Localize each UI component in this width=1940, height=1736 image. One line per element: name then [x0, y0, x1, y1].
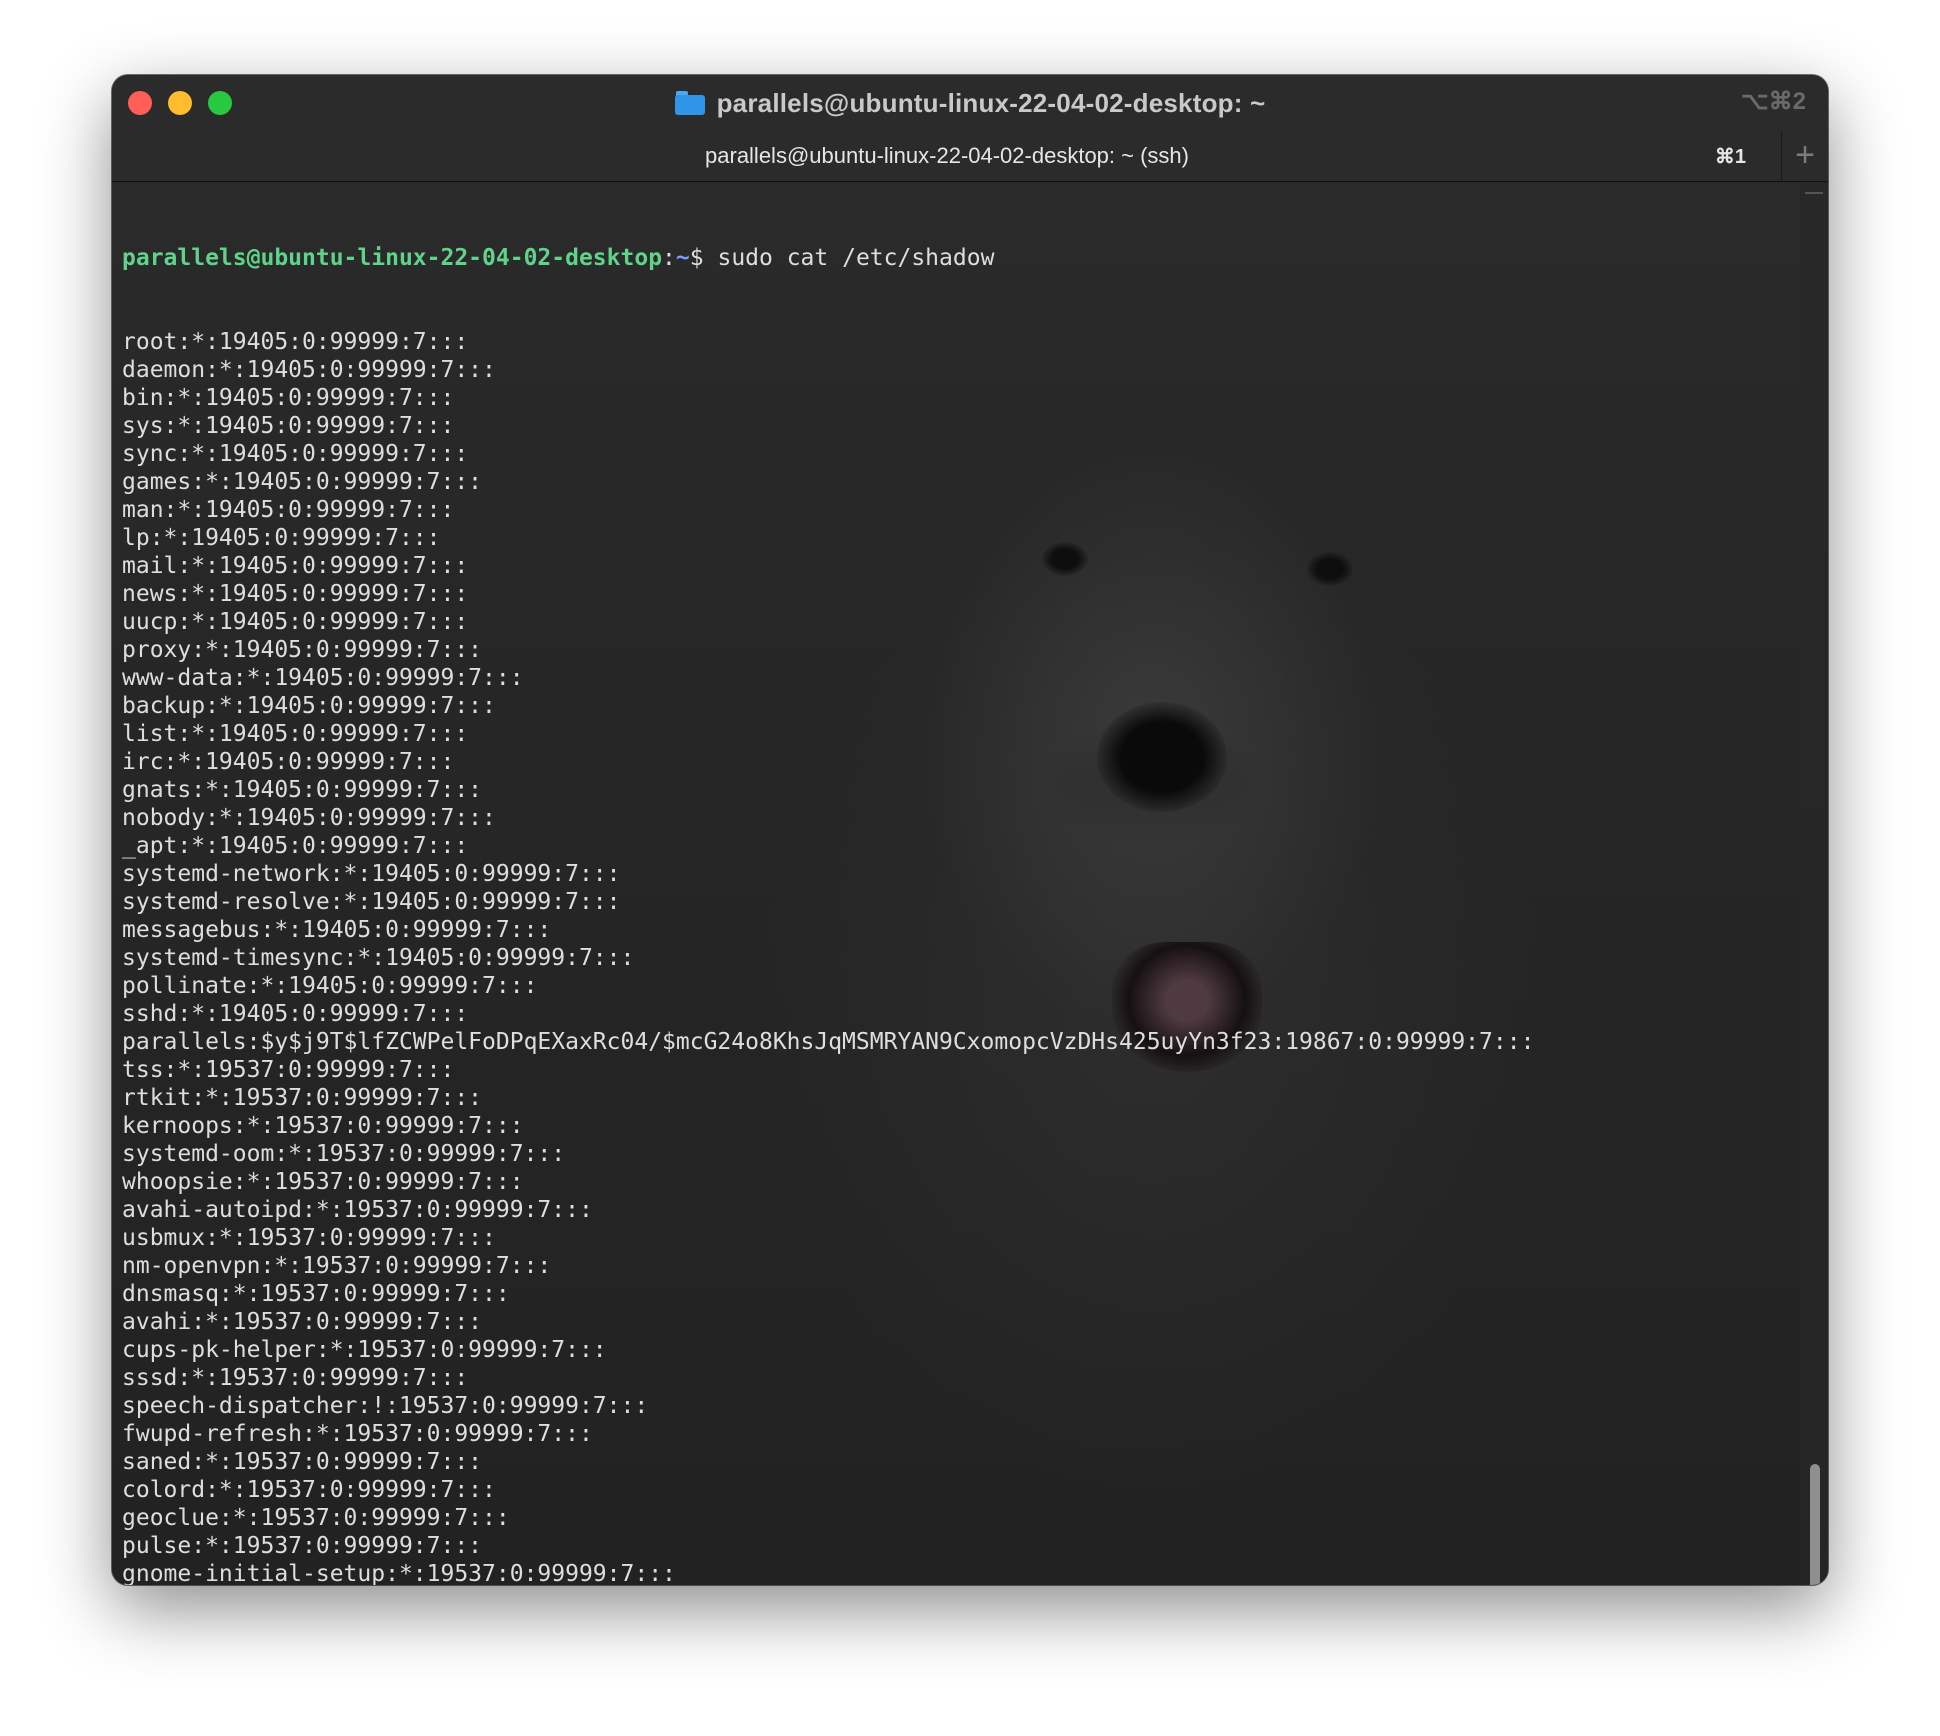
- tab-title: parallels@ubuntu-linux-22-04-02-desktop:…: [705, 143, 1189, 168]
- output-line: systemd-oom:*:19537:0:99999:7:::: [122, 1141, 566, 1167]
- output-line: nm-openvpn:*:19537:0:99999:7:::: [122, 1253, 552, 1279]
- output-line: saned:*:19537:0:99999:7:::: [122, 1449, 483, 1475]
- tab-bar: parallels@ubuntu-linux-22-04-02-desktop:…: [112, 131, 1828, 182]
- output-line: avahi:*:19537:0:99999:7:::: [122, 1309, 483, 1335]
- output-line: colord:*:19537:0:99999:7:::: [122, 1477, 496, 1503]
- command-line: parallels@ubuntu-linux-22-04-02-desktop:…: [122, 244, 1534, 272]
- output-line: systemd-resolve:*:19405:0:99999:7:::: [122, 889, 621, 915]
- output-line: www-data:*:19405:0:99999:7:::: [122, 665, 524, 691]
- command-text: sudo cat /etc/shadow: [717, 245, 995, 271]
- output-line: _apt:*:19405:0:99999:7:::: [122, 833, 469, 859]
- output-line: cups-pk-helper:*:19537:0:99999:7:::: [122, 1337, 607, 1363]
- output-line: news:*:19405:0:99999:7:::: [122, 581, 469, 607]
- output-line: sssd:*:19537:0:99999:7:::: [122, 1365, 469, 1391]
- output-line: sys:*:19405:0:99999:7:::: [122, 413, 455, 439]
- prompt-colon: :: [662, 245, 676, 271]
- prompt-path: ~: [675, 245, 690, 271]
- window-title-group: parallels@ubuntu-linux-22-04-02-desktop:…: [112, 75, 1828, 131]
- output-line: pollinate:*:19405:0:99999:7:::: [122, 973, 538, 999]
- output-line: bin:*:19405:0:99999:7:::: [122, 385, 455, 411]
- output-line: speech-dispatcher:!:19537:0:99999:7:::: [122, 1393, 649, 1419]
- output-line: proxy:*:19405:0:99999:7:::: [122, 637, 483, 663]
- output-line: tss:*:19537:0:99999:7:::: [122, 1057, 455, 1083]
- output-line: gnats:*:19405:0:99999:7:::: [122, 777, 483, 803]
- scrollbar-thumb[interactable]: [1810, 1464, 1820, 1585]
- output-line: fwupd-refresh:*:19537:0:99999:7:::: [122, 1421, 593, 1447]
- scrollbar-track-marker: [1805, 192, 1823, 194]
- terminal-output: parallels@ubuntu-linux-22-04-02-desktop:…: [122, 188, 1534, 1585]
- output-line: dnsmasq:*:19537:0:99999:7:::: [122, 1281, 510, 1307]
- output-line: games:*:19405:0:99999:7:::: [122, 469, 483, 495]
- tab-ssh-session[interactable]: parallels@ubuntu-linux-22-04-02-desktop:…: [112, 131, 1782, 181]
- prompt-symbol: $: [689, 245, 718, 271]
- output-line: uucp:*:19405:0:99999:7:::: [122, 609, 469, 635]
- tab-shortcut: ⌘1: [1714, 146, 1746, 168]
- output-line: sync:*:19405:0:99999:7:::: [122, 441, 469, 467]
- output-line: irc:*:19405:0:99999:7:::: [122, 749, 455, 775]
- output-line: avahi-autoipd:*:19537:0:99999:7:::: [122, 1197, 593, 1223]
- new-tab-button[interactable]: +: [1781, 131, 1828, 181]
- terminal-window: parallels@ubuntu-linux-22-04-02-desktop:…: [112, 75, 1828, 1585]
- output-line: mail:*:19405:0:99999:7:::: [122, 553, 469, 579]
- output-line: kernoops:*:19537:0:99999:7:::: [122, 1113, 524, 1139]
- output-line: gnome-initial-setup:*:19537:0:99999:7:::: [122, 1561, 676, 1585]
- folder-icon: [674, 91, 705, 115]
- output-line: sshd:*:19405:0:99999:7:::: [122, 1001, 469, 1027]
- window-shortcut: ⌥⌘2: [1740, 88, 1806, 115]
- title-bar[interactable]: parallels@ubuntu-linux-22-04-02-desktop:…: [112, 75, 1828, 131]
- output-line: backup:*:19405:0:99999:7:::: [122, 693, 496, 719]
- output-line: root:*:19405:0:99999:7:::: [122, 329, 469, 355]
- output-line: usbmux:*:19537:0:99999:7:::: [122, 1225, 496, 1251]
- vertical-scrollbar[interactable]: [1800, 182, 1828, 1585]
- output-line: man:*:19405:0:99999:7:::: [122, 497, 455, 523]
- output-line: geoclue:*:19537:0:99999:7:::: [122, 1505, 510, 1531]
- terminal-area[interactable]: parallels@ubuntu-linux-22-04-02-desktop:…: [112, 182, 1828, 1585]
- output-line: parallels:$y$j9T$lfZCWPelFoDPqEXaxRc04/$…: [122, 1029, 1535, 1055]
- output-line: systemd-timesync:*:19405:0:99999:7:::: [122, 945, 635, 971]
- output-line: nobody:*:19405:0:99999:7:::: [122, 805, 496, 831]
- output-line: whoopsie:*:19537:0:99999:7:::: [122, 1169, 524, 1195]
- window-title: parallels@ubuntu-linux-22-04-02-desktop:…: [716, 87, 1266, 118]
- output-lines: root:*:19405:0:99999:7::: daemon:*:19405:…: [122, 328, 1534, 1585]
- output-line: systemd-network:*:19405:0:99999:7:::: [122, 861, 621, 887]
- output-line: messagebus:*:19405:0:99999:7:::: [122, 917, 552, 943]
- output-line: list:*:19405:0:99999:7:::: [122, 721, 469, 747]
- output-line: rtkit:*:19537:0:99999:7:::: [122, 1085, 483, 1111]
- output-line: lp:*:19405:0:99999:7:::: [122, 525, 441, 551]
- prompt-user-host: parallels@ubuntu-linux-22-04-02-desktop: [122, 245, 663, 271]
- output-line: pulse:*:19537:0:99999:7:::: [122, 1533, 483, 1559]
- output-line: daemon:*:19405:0:99999:7:::: [122, 357, 496, 383]
